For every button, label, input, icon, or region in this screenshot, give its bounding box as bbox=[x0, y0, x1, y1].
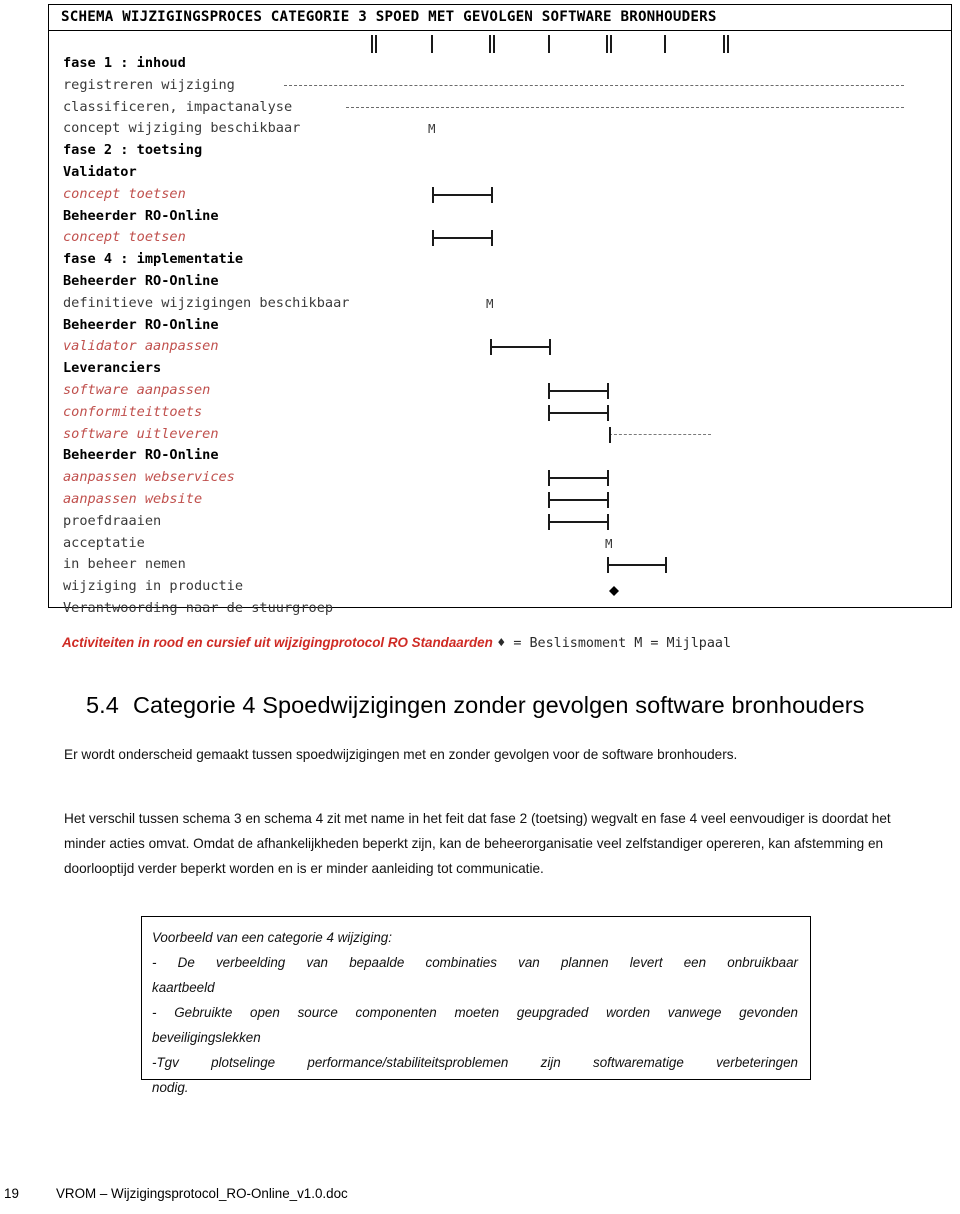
legend-red-text: Activiteiten in rood en cursief uit wijz… bbox=[62, 635, 493, 650]
timeline-tick-4 bbox=[606, 35, 612, 53]
schema-row: concept toetsen bbox=[49, 227, 951, 249]
intro-paragraph: Er wordt onderscheid gemaakt tussen spoe… bbox=[64, 747, 738, 762]
gantt-bar bbox=[548, 513, 609, 530]
schema-row: fase 4 : implementatie bbox=[49, 249, 951, 271]
schema-row: validator aanpassen bbox=[49, 336, 951, 358]
schema-row-label: aanpassen webservices bbox=[63, 469, 235, 486]
schema-row: concept wijziging beschikbaar M bbox=[49, 118, 951, 140]
page-footer: 19 VROM – Wijzigingsprotocol_RO-Online_v… bbox=[0, 1186, 960, 1208]
schema-title: SCHEMA WIJZIGINGSPROCES CATEGORIE 3 SPOE… bbox=[61, 9, 717, 25]
gantt-bar bbox=[490, 339, 551, 356]
schema-row-label: validator aanpassen bbox=[63, 338, 219, 355]
schema-row: fase 2 : toetsing bbox=[49, 140, 951, 162]
schema-row-label: Beheerder RO-Online bbox=[63, 273, 219, 289]
schema-row: aanpassen webservices bbox=[49, 467, 951, 489]
legend-symbol-text: ♦ = Beslismoment M = Mijlpaal bbox=[497, 636, 732, 651]
schema-row: in beheer nemen bbox=[49, 554, 951, 576]
section-heading: 5.4 Categorie 4 Spoedwijzigingen zonder g… bbox=[86, 692, 865, 719]
footer-page-number: 19 bbox=[4, 1186, 19, 1201]
schema-row: wijziging in productie bbox=[49, 576, 951, 598]
gantt-bar bbox=[432, 186, 493, 203]
gantt-bar bbox=[548, 383, 609, 399]
example-item-3: -Tgv plotselinge performance/stabiliteit… bbox=[152, 1055, 798, 1070]
schema-row-label: aanpassen website bbox=[63, 491, 203, 507]
timeline-tick-2 bbox=[489, 35, 495, 53]
schema-row-label: in beheer nemen bbox=[63, 556, 186, 573]
schema-row: Beheerder RO-Online bbox=[49, 206, 951, 228]
schema-row: proefdraaien bbox=[49, 511, 951, 533]
dashed-dependency-connector bbox=[609, 426, 711, 443]
section-title: Categorie 4 Spoedwijzigingen zonder gevo… bbox=[132, 692, 865, 718]
schema-row: registreren wijziging bbox=[49, 75, 951, 97]
gantt-bar bbox=[548, 404, 609, 421]
body-paragraph: Het verschil tussen schema 3 en schema 4… bbox=[64, 811, 891, 876]
schema-row: Beheerder RO-Online bbox=[49, 445, 951, 467]
example-item-1-cont: kaartbeeld bbox=[152, 980, 215, 995]
milestone-marker: M bbox=[605, 535, 613, 551]
schema-row-label: Beheerder RO-Online bbox=[63, 447, 219, 464]
schema-row-label: fase 4 : implementatie bbox=[63, 251, 244, 268]
schema-row-label: fase 1 : inhoud bbox=[63, 55, 186, 71]
footer-document-name: VROM – Wijzigingsprotocol_RO-Online_v1.0… bbox=[56, 1186, 348, 1201]
timeline-tick-5 bbox=[664, 35, 666, 53]
schema-row: definitieve wijzigingen beschikbaar M bbox=[49, 293, 951, 315]
decision-diamond-marker bbox=[609, 581, 619, 597]
example-item-3-cont: nodig. bbox=[152, 1080, 189, 1095]
schema-row: software uitleveren bbox=[49, 424, 951, 446]
schema-row-label: acceptatie bbox=[63, 534, 145, 551]
schema-row: Verantwoording naar de stuurgroep bbox=[49, 598, 951, 620]
schema-row-label: registreren wijziging bbox=[63, 76, 235, 93]
example-title: Voorbeeld van een categorie 4 wijziging: bbox=[152, 930, 392, 945]
schema-row-label: classificeren, impactanalyse bbox=[63, 98, 293, 115]
schema-row: aanpassen website bbox=[49, 489, 951, 511]
milestone-marker: M bbox=[486, 295, 494, 311]
timeline-tick-0 bbox=[371, 35, 377, 53]
schema-row: Beheerder RO-Online bbox=[49, 271, 951, 293]
schema-row-label: Beheerder RO-Online bbox=[63, 207, 219, 224]
example-box: Voorbeeld van een categorie 4 wijziging:… bbox=[141, 916, 811, 1095]
schema-row: Leveranciers bbox=[49, 358, 951, 380]
gantt-bar bbox=[548, 470, 609, 487]
timeline-tick-1 bbox=[431, 35, 433, 53]
example-item-2: - Gebruikte open source componenten moet… bbox=[152, 1005, 798, 1020]
gantt-bar bbox=[548, 492, 609, 508]
example-item-2-cont: beveiligingslekken bbox=[152, 1030, 261, 1045]
schema-row-label: Verantwoording naar de stuurgroep bbox=[63, 600, 334, 616]
schema-row-label: Validator bbox=[63, 164, 137, 180]
schema-row-label: fase 2 : toetsing bbox=[63, 142, 203, 159]
schema-legend: Activiteiten in rood en cursief uit wijz… bbox=[62, 634, 731, 652]
schema-diagram-box: SCHEMA WIJZIGINGSPROCES CATEGORIE 3 SPOE… bbox=[48, 4, 952, 616]
schema-row: acceptatie M bbox=[49, 533, 951, 555]
timeline-tick-6 bbox=[723, 35, 729, 53]
schema-row: software aanpassen bbox=[49, 380, 951, 402]
schema-row: Validator bbox=[49, 162, 951, 184]
section-number: 5.4 bbox=[86, 692, 119, 718]
milestone-marker: M bbox=[428, 121, 436, 137]
schema-row-label: concept toetsen bbox=[63, 229, 186, 246]
schema-title-row: SCHEMA WIJZIGINGSPROCES CATEGORIE 3 SPOE… bbox=[49, 5, 951, 31]
schema-row-label: software aanpassen bbox=[63, 382, 211, 398]
schema-row-label: concept wijziging beschikbaar bbox=[63, 120, 301, 137]
gantt-bar bbox=[607, 557, 667, 574]
schema-row: fase 1 : inhoud bbox=[49, 53, 951, 75]
schema-row-label: Beheerder RO-Online bbox=[63, 316, 219, 333]
gantt-bar bbox=[432, 230, 493, 247]
schema-row-label: concept toetsen bbox=[63, 185, 186, 202]
dashed-duration-line bbox=[346, 106, 904, 108]
example-item-1: - De verbeelding van bepaalde combinatie… bbox=[152, 955, 798, 970]
schema-row: concept toetsen bbox=[49, 184, 951, 206]
schema-row: classificeren, impactanalyse bbox=[49, 97, 951, 119]
dashed-duration-line bbox=[284, 84, 904, 86]
schema-row: Beheerder RO-Online bbox=[49, 315, 951, 337]
timeline-tick-3 bbox=[548, 35, 550, 53]
schema-row-label: Leveranciers bbox=[63, 360, 162, 377]
schema-row-label: wijziging in productie bbox=[63, 578, 244, 595]
schema-row: conformiteittoets bbox=[49, 402, 951, 424]
schema-row-label: proefdraaien bbox=[63, 512, 162, 529]
schema-row-label: software uitleveren bbox=[63, 425, 219, 442]
schema-row-label: conformiteittoets bbox=[63, 403, 203, 420]
schema-row-label: definitieve wijzigingen beschikbaar bbox=[63, 294, 350, 311]
